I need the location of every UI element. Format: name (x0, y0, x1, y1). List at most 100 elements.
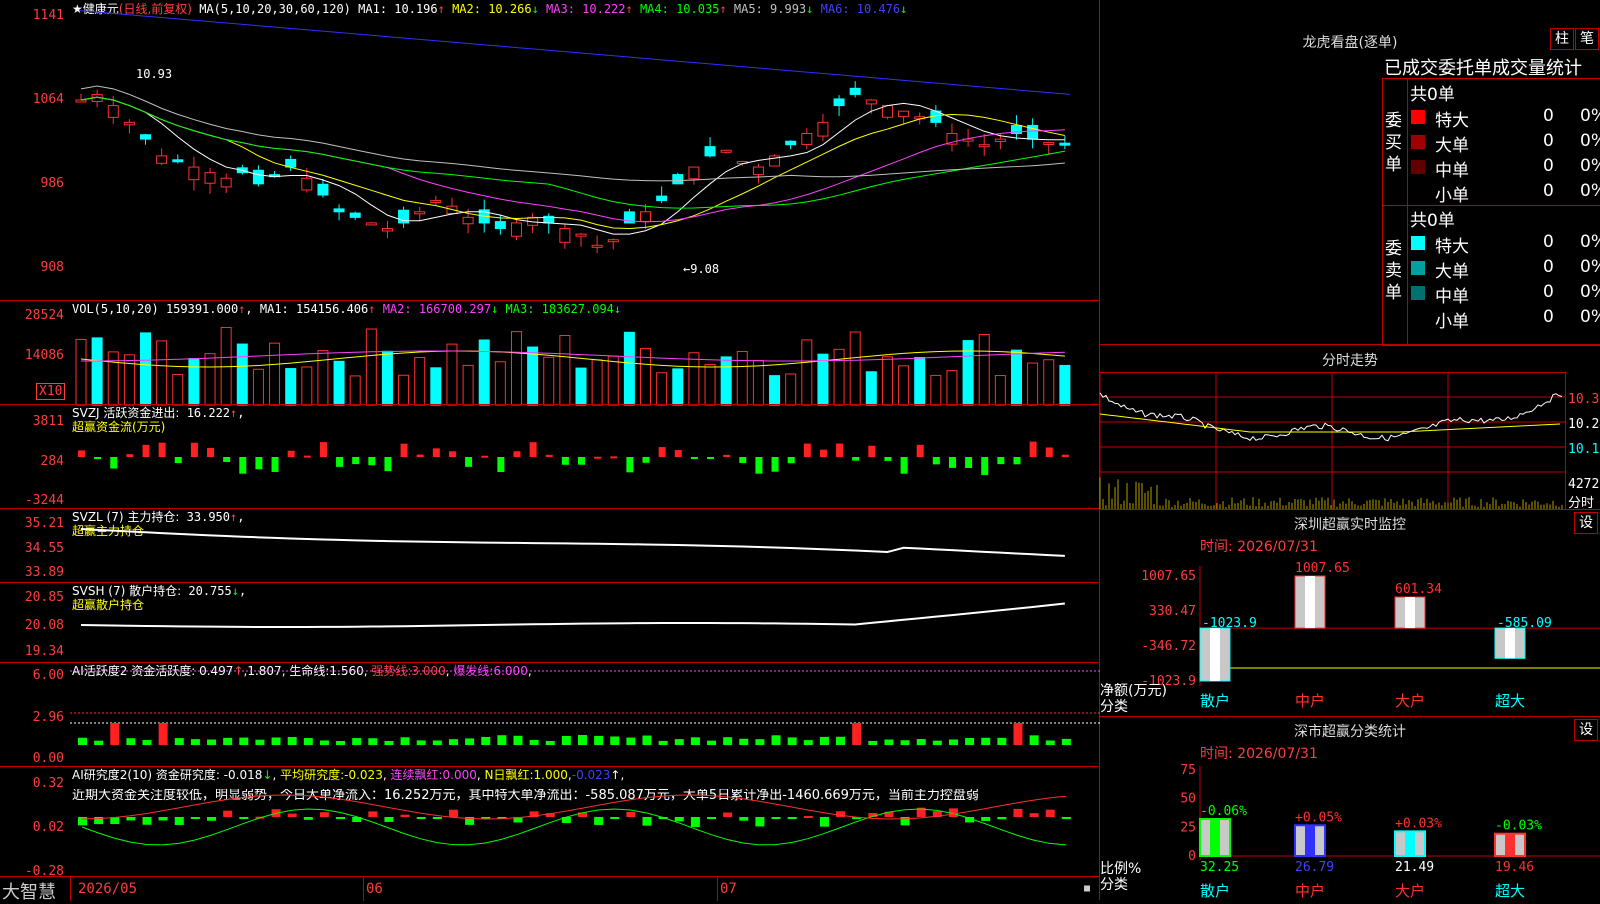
activity-bar (352, 738, 362, 745)
monitor-category: 大户 (1395, 692, 1425, 710)
flow-bar (707, 457, 715, 459)
flow-bar (723, 454, 731, 457)
candle-body (591, 244, 603, 248)
research-bar (787, 817, 797, 819)
svsh-pane[interactable]: SVSH (7) 散户持仓: 20.755↓, 超赢散户持仓 20.85 20.… (0, 582, 1100, 663)
volume-bar (269, 342, 281, 406)
buy-count-2: 0 (1543, 131, 1554, 151)
flow-bar (578, 457, 585, 465)
activity-bar (819, 736, 829, 745)
candle-body (575, 233, 587, 237)
volume-bar (430, 367, 442, 406)
candle-body (301, 177, 313, 191)
buy-label: 委买单 (1385, 111, 1402, 175)
volume-bar (107, 351, 119, 406)
volume-bar (736, 351, 748, 406)
flow-bar (78, 450, 85, 457)
flow-bar (384, 457, 392, 472)
volume-bar (91, 337, 103, 406)
research-bar (739, 817, 749, 821)
classify-y-tick: 50 (1180, 792, 1196, 807)
candle-body (252, 169, 264, 185)
research-bar (126, 817, 136, 821)
price-pane[interactable]: ★健康元(日线,前复权) MA(5,10,20,30,60,120) MA1: … (0, 0, 1100, 300)
monitor-settings-button[interactable]: 设 (1574, 512, 1598, 534)
monitor-bar-chart: 1007.65330.47-346.72-1023.9-1023.9散户1007… (1141, 561, 1600, 710)
flow-bar (319, 442, 327, 457)
candle-body (462, 216, 474, 225)
brand-label: 大智慧 (2, 882, 56, 903)
activity-bar (190, 739, 200, 745)
bar-mode-button[interactable]: 柱 (1550, 28, 1574, 50)
activity-bar (432, 740, 442, 745)
research-bar (174, 817, 184, 825)
fenshi-tick-3: 10.18 (1568, 442, 1600, 457)
volume-bar (301, 366, 313, 406)
buy-pct-2: 0% (1580, 131, 1600, 151)
candle-body (994, 138, 1006, 142)
activity-bar (529, 739, 539, 745)
candle-body (640, 211, 652, 222)
ai-activity-pane[interactable]: AI活跃度2 资金活跃度: 0.497↑,1.807, 生命线:1.560, 强… (0, 662, 1100, 767)
sell-count-3: 0 (1543, 282, 1554, 302)
volume-bar (527, 346, 539, 406)
activity-bar (78, 737, 87, 745)
flow-bar (94, 457, 102, 460)
volume-bar (591, 359, 603, 406)
sell-pct-4: 0% (1580, 307, 1600, 327)
flow-bar (787, 457, 795, 464)
volume-bar (833, 348, 845, 406)
monitor-y-tick: 330.47 (1149, 604, 1196, 619)
buy-pct-4: 0% (1580, 181, 1600, 201)
svzj-pane[interactable]: SVZJ 活跃资金进出: 16.222↑, 超赢资金流(万元) 3811 284… (0, 404, 1100, 509)
candle-body (188, 166, 200, 181)
classify-bar-fill (1505, 833, 1515, 856)
volume-bar (188, 358, 200, 406)
flow-bar (674, 450, 682, 457)
candle-body (107, 105, 119, 118)
volume-bar (478, 339, 490, 406)
candle-body (785, 140, 797, 146)
candle-body (349, 212, 361, 218)
volume-bar (381, 350, 393, 406)
flow-bar (1029, 441, 1037, 457)
activity-bar (158, 723, 168, 745)
high-note: 10.93 (136, 67, 173, 81)
sell-name-2: 大单 (1435, 262, 1469, 282)
lock-icon[interactable]: ■ (1084, 883, 1090, 894)
volume-bar (349, 375, 361, 406)
activity-bar (690, 737, 700, 745)
research-bar (287, 813, 297, 817)
monitor-category: 中户 (1295, 692, 1325, 710)
volume-bar (204, 353, 216, 406)
volume-bar (785, 373, 797, 406)
buy-name-1: 特大 (1435, 111, 1469, 131)
ai2-tick-2: 0.02 (32, 820, 64, 835)
classify-settings-button[interactable]: 设 (1574, 719, 1598, 741)
monitor-bar-shine (1210, 628, 1220, 681)
candle-body (720, 149, 732, 153)
activity-bar (303, 738, 313, 745)
tick-mode-button[interactable]: 笔 (1575, 28, 1599, 50)
svsh-tick-1: 20.85 (24, 590, 64, 605)
candle-body (833, 98, 845, 107)
sell-count-1: 0 (1543, 232, 1554, 252)
flow-bar (1045, 447, 1053, 457)
research-bar (448, 809, 458, 817)
volume-pane[interactable]: VOL(5,10,20) 159391.000↑, MA1: 154156.40… (0, 300, 1100, 406)
svzl-pane[interactable]: SVZL (7) 主力持仓: 33.950↑, 超赢主力持仓 35.21 34.… (0, 508, 1100, 583)
candle-body (381, 228, 393, 232)
activity-bar (545, 740, 555, 745)
svzj-bars (78, 441, 1069, 475)
svzj-tick-1: 3811 (32, 414, 64, 429)
flow-bar (142, 444, 150, 457)
ai-research-pane[interactable]: AI研究度2(10) 资金研究度: -0.018↓, 平均研究度:-0.023,… (0, 766, 1100, 879)
monitor-category: 散户 (1200, 692, 1230, 710)
volume-bar (575, 367, 587, 406)
research-bar (303, 817, 313, 820)
volume-bar (898, 365, 910, 406)
candle-body (1059, 142, 1071, 146)
activity-bar (836, 736, 846, 745)
candle-body (849, 87, 861, 95)
volume-bar (607, 355, 619, 406)
